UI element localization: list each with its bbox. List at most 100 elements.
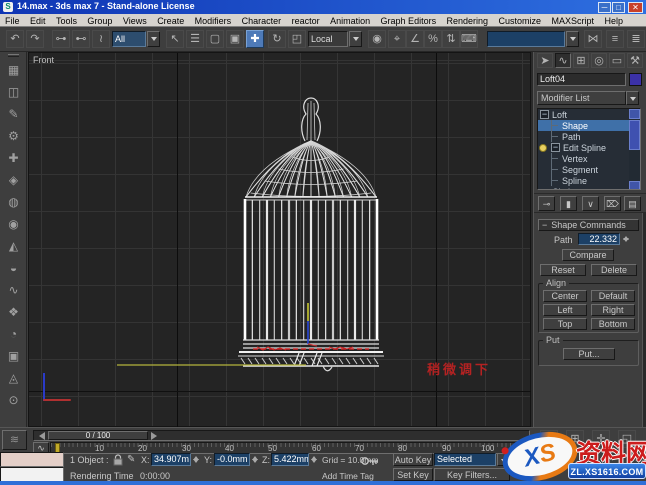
visibility-bulb-icon[interactable]	[539, 143, 547, 152]
reset-button[interactable]: Reset	[540, 264, 586, 276]
scroll-thumb[interactable]	[629, 120, 640, 150]
bind-to-spacewarp-icon[interactable]: ≀	[92, 30, 110, 48]
listener-white-box[interactable]	[0, 467, 64, 482]
named-selection-sets-arrow[interactable]	[566, 31, 579, 47]
z-spinner[interactable]	[310, 453, 318, 466]
key-filters-button[interactable]: Key Filters...	[434, 468, 510, 481]
select-object-icon[interactable]: ↖	[166, 30, 184, 48]
collapse-icon[interactable]	[540, 110, 549, 119]
menu-character[interactable]: Character	[242, 15, 282, 27]
maximize-button[interactable]: □	[612, 2, 625, 13]
menu-edit[interactable]: Edit	[30, 15, 46, 27]
object-name-field[interactable]: Loft04	[537, 73, 626, 86]
reactor-tool-icon-1[interactable]: ▦	[0, 59, 27, 81]
select-and-scale-icon[interactable]: ◰	[288, 30, 306, 48]
menu-modifiers[interactable]: Modifiers	[195, 15, 232, 27]
tab-display-icon[interactable]: ▭	[609, 53, 625, 68]
select-by-name-icon[interactable]: ☰	[186, 30, 204, 48]
unlink-selection-icon[interactable]: ⊷	[72, 30, 90, 48]
stack-item-path[interactable]: Path	[538, 131, 630, 142]
stack-item-segment[interactable]: Segment	[538, 164, 630, 175]
reactor-tool-icon-12[interactable]: ❖	[0, 301, 27, 323]
select-and-move-icon[interactable]: ✚	[246, 30, 264, 48]
align-center-button[interactable]: Center	[543, 290, 587, 302]
tab-hierarchy-icon[interactable]: ⊞	[573, 53, 589, 68]
remove-modifier-icon[interactable]: ⌦	[604, 196, 621, 211]
modifier-list-dropdown[interactable]: Modifier List	[537, 91, 626, 105]
snap-toggle-icon[interactable]: ⌖	[388, 30, 406, 48]
y-spinner[interactable]	[251, 453, 259, 466]
align-icon[interactable]: ≡	[606, 30, 624, 48]
undo-icon[interactable]: ↶	[6, 30, 24, 48]
x-coordinate-field[interactable]: 34.907m	[151, 453, 191, 466]
stack-scrollbar[interactable]	[629, 109, 640, 189]
selection-filter-dropdown[interactable]: All	[112, 31, 146, 47]
set-key-mode-icon[interactable]	[360, 456, 380, 467]
align-default-button[interactable]: Default	[591, 290, 635, 302]
reactor-tool-icon-3[interactable]: ✎	[0, 103, 27, 125]
close-button[interactable]: ✕	[628, 2, 643, 13]
stack-item-spline[interactable]: Spline	[538, 175, 630, 186]
angle-snap-icon[interactable]: ∠	[406, 30, 424, 48]
put-button[interactable]: Put...	[563, 348, 615, 360]
menu-group[interactable]: Group	[87, 15, 112, 27]
reactor-tool-icon-2[interactable]: ◫	[0, 81, 27, 103]
reactor-tool-icon-13[interactable]: ◔	[0, 323, 27, 345]
align-left-button[interactable]: Left	[543, 304, 587, 316]
configure-modifier-sets-icon[interactable]: ▤	[624, 196, 641, 211]
reactor-tool-icon-16[interactable]: ⊙	[0, 389, 27, 411]
stack-item-loft[interactable]: Loft	[538, 109, 630, 120]
y-coordinate-field[interactable]: -0.0mm	[214, 453, 250, 466]
align-bottom-button[interactable]: Bottom	[591, 318, 635, 330]
path-value-field[interactable]: 22.332	[578, 233, 620, 245]
set-key-button[interactable]: Set Key	[393, 468, 433, 481]
reference-coordinate-arrow[interactable]	[349, 31, 362, 47]
reactor-tool-icon-6[interactable]: ◈	[0, 169, 27, 191]
show-end-result-icon[interactable]: ▮	[560, 196, 577, 211]
scroll-up-icon[interactable]	[629, 109, 640, 119]
percent-snap-icon[interactable]: %	[424, 30, 442, 48]
object-color-swatch[interactable]	[629, 73, 642, 86]
keyboard-shortcut-override-icon[interactable]: ⌨	[460, 30, 478, 48]
time-slider-handle[interactable]: 0 / 100	[48, 431, 148, 440]
toolbar-grip[interactable]	[8, 54, 19, 57]
compare-button[interactable]: Compare	[562, 249, 614, 261]
menu-graph-editors[interactable]: Graph Editors	[381, 15, 437, 27]
time-slider-right-arrow[interactable]	[151, 432, 161, 440]
listener-macro-box[interactable]	[0, 452, 64, 467]
stack-item-circle[interactable]: Circle	[538, 186, 630, 190]
menu-file[interactable]: File	[5, 15, 20, 27]
stack-item-edit-spline[interactable]: Edit Spline	[538, 142, 630, 153]
reactor-tool-icon-15[interactable]: ◬	[0, 367, 27, 389]
rectangular-selection-region-icon[interactable]: ▢	[206, 30, 224, 48]
app-icon[interactable]: S	[3, 2, 13, 12]
menu-help[interactable]: Help	[604, 15, 623, 27]
auto-key-button[interactable]: Auto Key	[393, 453, 433, 466]
delete-button[interactable]: Delete	[591, 264, 637, 276]
menu-animation[interactable]: Animation	[330, 15, 370, 27]
align-top-button[interactable]: Top	[543, 318, 587, 330]
window-crossing-icon[interactable]: ▣	[226, 30, 244, 48]
time-slider-track[interactable]: 0 / 100	[33, 430, 530, 441]
reactor-tool-icon-10[interactable]: ◒	[0, 257, 27, 279]
stack-item-vertex[interactable]: Vertex	[538, 153, 630, 164]
add-time-tag[interactable]: Add Time Tag	[322, 471, 374, 481]
absolute-mode-icon[interactable]: ✎	[127, 454, 135, 465]
menu-tools[interactable]: Tools	[56, 15, 77, 27]
named-selection-sets-field[interactable]	[487, 31, 565, 47]
z-coordinate-field[interactable]: 5.422mm	[271, 453, 309, 466]
use-pivot-center-icon[interactable]: ◉	[368, 30, 386, 48]
panel-scrollbar[interactable]	[642, 213, 646, 427]
reactor-tool-icon-14[interactable]: ▣	[0, 345, 27, 367]
reactor-tool-icon-8[interactable]: ◉	[0, 213, 27, 235]
viewport-label[interactable]: Front	[33, 55, 54, 65]
maxscript-listener-icon[interactable]: ≋	[2, 430, 27, 450]
pin-stack-icon[interactable]: ⊸	[538, 196, 555, 211]
select-and-rotate-icon[interactable]: ↻	[268, 30, 286, 48]
modifier-list-arrow[interactable]	[626, 91, 639, 105]
layer-manager-icon[interactable]: ≣	[627, 30, 645, 48]
stack-item-shape[interactable]: Shape	[538, 120, 630, 131]
scroll-down-icon[interactable]	[629, 181, 640, 189]
rollout-shape-commands[interactable]: − Shape Commands	[538, 219, 639, 231]
reactor-tool-icon-5[interactable]: ✚	[0, 147, 27, 169]
